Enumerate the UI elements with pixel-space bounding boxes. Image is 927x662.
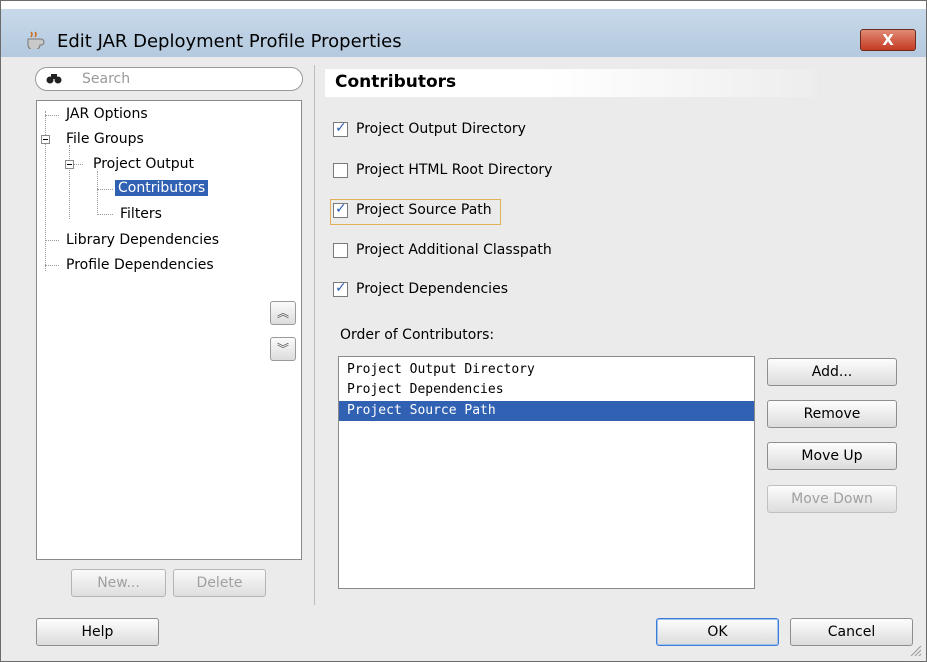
panel-title: Contributors [335, 72, 457, 92]
panel-header: Contributors [325, 69, 817, 97]
contributors-order-list[interactable]: Project Output Directory Project Depende… [338, 356, 755, 589]
binoculars-icon [46, 72, 62, 89]
tree-item-project-output[interactable]: Project Output [93, 156, 194, 172]
checkbox-label: Project Additional Classpath [356, 242, 552, 258]
expand-collapse-icon[interactable] [41, 135, 50, 144]
window-title: Edit JAR Deployment Profile Properties [57, 31, 402, 52]
tree-connector [69, 145, 70, 219]
tree-connector [97, 171, 98, 213]
help-button[interactable]: Help [36, 618, 159, 646]
title-bar: Edit JAR Deployment Profile Properties X [1, 9, 926, 58]
tree-connector [97, 189, 113, 190]
tree-item-file-groups[interactable]: File Groups [66, 131, 144, 147]
tree-item-profile-dependencies[interactable]: Profile Dependencies [66, 257, 214, 273]
checkbox-label: Project Source Path [356, 202, 492, 218]
navigation-tree: JAR Options File Groups Project Output C… [36, 100, 302, 560]
tree-item-contributors[interactable]: Contributors [115, 180, 209, 196]
double-chevron-down-icon: ︾ [276, 342, 289, 356]
ok-button[interactable]: OK [656, 618, 779, 646]
delete-button[interactable]: Delete [173, 569, 266, 597]
tree-connector [45, 115, 59, 116]
add-button[interactable]: Add... [767, 358, 897, 386]
checkbox-label: Project Output Directory [356, 121, 526, 137]
close-button[interactable]: X [860, 29, 916, 51]
double-chevron-up-icon: ︽ [276, 306, 289, 320]
tree-connector [73, 164, 83, 165]
move-down-arrow-button[interactable]: ︾ [270, 337, 296, 361]
move-up-arrow-button[interactable]: ︽ [270, 301, 296, 325]
resize-grip-icon[interactable] [906, 641, 922, 657]
order-of-contributors-label: Order of Contributors: [340, 327, 495, 343]
panel-divider [314, 65, 315, 605]
search-placeholder: Search [82, 71, 131, 87]
top-strip [1, 1, 926, 9]
tree-item-jar-options[interactable]: JAR Options [66, 106, 148, 122]
expand-collapse-icon[interactable] [65, 160, 74, 169]
list-item[interactable]: Project Output Directory [339, 360, 754, 380]
tree-connector [45, 240, 59, 241]
dialog-window: Edit JAR Deployment Profile Properties X… [0, 0, 927, 662]
tree-item-library-dependencies[interactable]: Library Dependencies [66, 232, 219, 248]
cancel-button[interactable]: Cancel [790, 618, 913, 646]
move-up-button[interactable]: Move Up [767, 442, 897, 470]
tree-connector [97, 214, 113, 215]
tree-connector [45, 265, 59, 266]
checkbox-box[interactable] [333, 280, 348, 297]
checkbox-label: Project Dependencies [356, 281, 508, 297]
checkbox-box[interactable] [333, 243, 348, 258]
tree-item-filters[interactable]: Filters [120, 206, 162, 222]
checkbox-box[interactable] [333, 163, 348, 178]
checkbox-box[interactable] [333, 120, 348, 137]
search-field[interactable]: Search [35, 67, 303, 91]
list-item[interactable]: Project Source Path [339, 401, 754, 421]
remove-button[interactable]: Remove [767, 400, 897, 428]
move-down-button[interactable]: Move Down [767, 485, 897, 513]
coffee-cup-icon [27, 31, 45, 49]
new-button[interactable]: New... [71, 569, 166, 597]
checkbox-label: Project HTML Root Directory [356, 162, 553, 178]
list-item[interactable]: Project Dependencies [339, 380, 754, 400]
checkbox-box[interactable] [333, 201, 348, 218]
